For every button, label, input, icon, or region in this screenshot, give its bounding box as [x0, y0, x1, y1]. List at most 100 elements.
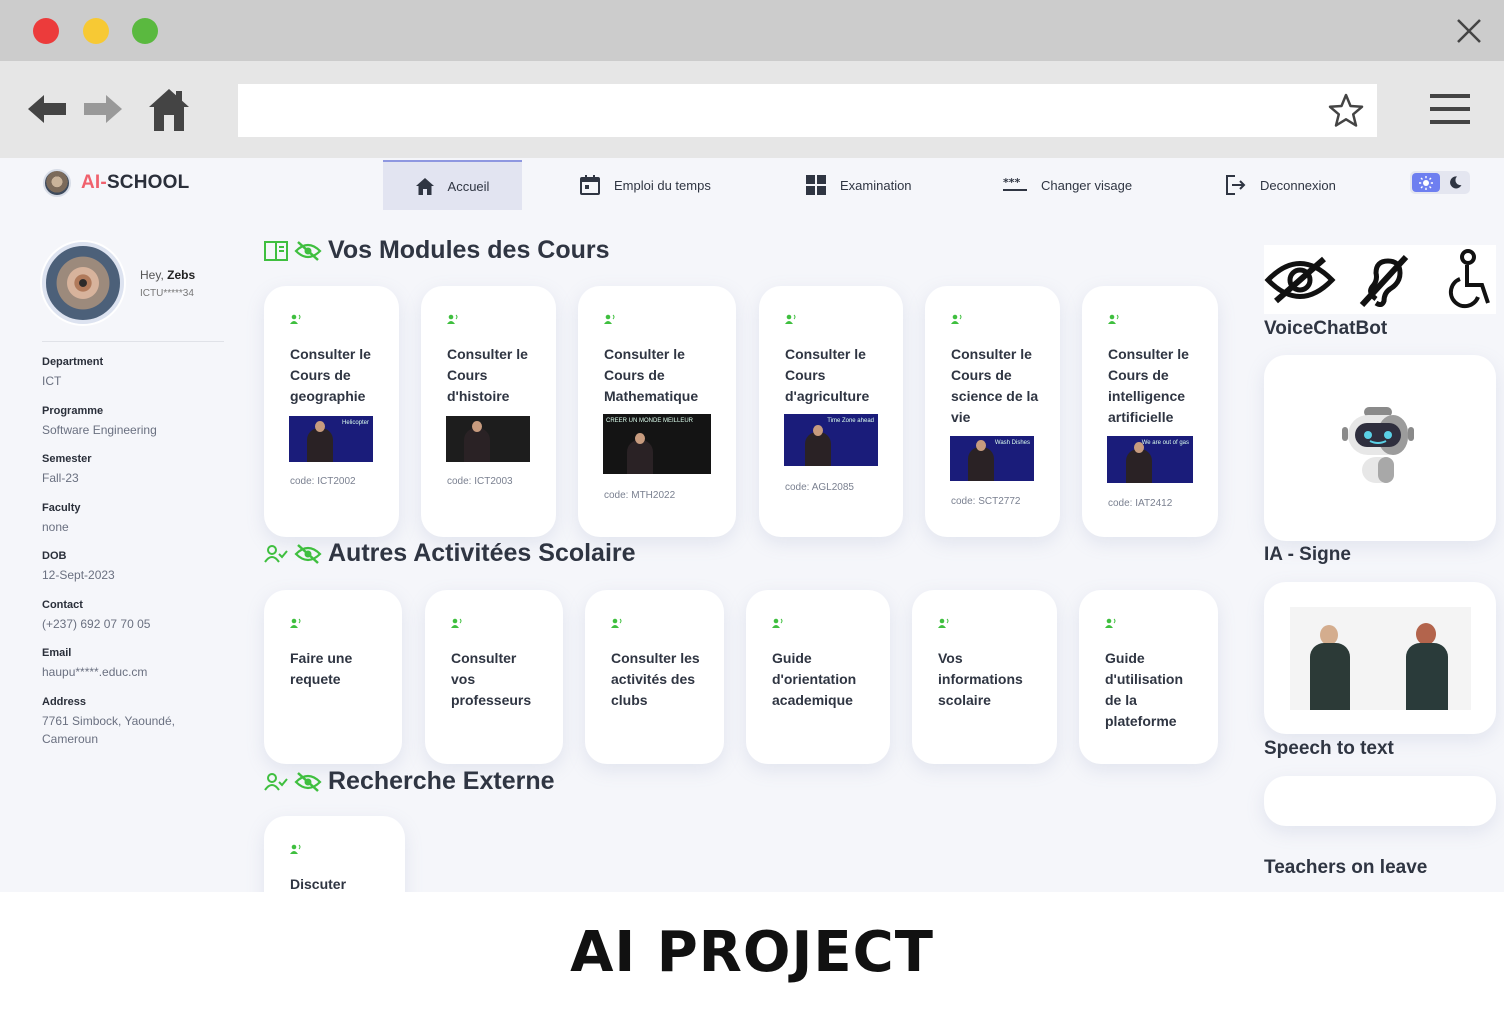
sign-language-icon: [938, 618, 949, 628]
accessibility-strip: [1264, 245, 1496, 314]
video-thumbnail[interactable]: [446, 416, 530, 462]
eye-slash-icon[interactable]: [1264, 253, 1336, 307]
theme-toggle[interactable]: [1410, 171, 1470, 194]
field-contact: Contact (+237) 692 07 70 05: [42, 599, 227, 633]
hearing-impaired-icon[interactable]: [1358, 253, 1410, 307]
profile-greeting: Hey, Zebs: [140, 268, 195, 282]
video-thumbnail[interactable]: Time Zone ahead: [784, 414, 878, 466]
sign-video-preview[interactable]: [1290, 607, 1471, 710]
profile-name: Zebs: [167, 268, 196, 282]
module-card[interactable]: Consulter le Cours d'histoire code: ICT2…: [421, 286, 556, 537]
thumb-caption: Helicopter: [341, 420, 369, 426]
module-title: Consulter le Cours d'histoire: [447, 346, 528, 404]
app-viewport: AI-SCHOOL Accueil Emploi du temps Examin…: [0, 158, 1504, 892]
external-card[interactable]: Discuter: [264, 816, 405, 892]
field-label: Faculty: [42, 502, 81, 514]
module-title: Consulter le Cours de Mathematique: [604, 346, 699, 404]
bookmark-star-icon[interactable]: [1327, 92, 1365, 130]
field-programme: Programme Software Engineering: [42, 405, 227, 439]
activity-card[interactable]: Vos informations scolaire: [912, 590, 1057, 764]
module-title: Consulter le Cours de science de la vie: [951, 346, 1039, 425]
book-open-icon: [264, 240, 288, 261]
activity-title: Guide d'utilisation de la plateforme: [1105, 650, 1183, 729]
module-title: Consulter le Cours de geographie: [290, 346, 371, 404]
activity-card[interactable]: Guide d'utilisation de la plateforme: [1079, 590, 1218, 764]
activity-card[interactable]: Faire une requete: [264, 590, 402, 764]
section-title-external: Recherche Externe: [264, 767, 555, 796]
module-card[interactable]: Consulter le Cours d'agriculture Time Zo…: [759, 286, 903, 537]
brand[interactable]: AI-SCHOOL: [43, 169, 189, 197]
sign-language-icon: [785, 314, 796, 324]
eye-slash-icon[interactable]: [294, 240, 322, 262]
field-label: Email: [42, 647, 72, 659]
ia-signe-heading: IA - Signe: [1264, 544, 1351, 565]
sign-language-icon: [611, 618, 622, 628]
nav-examination[interactable]: Examination: [806, 160, 912, 210]
home-icon[interactable]: [147, 87, 191, 133]
video-thumbnail[interactable]: Wash Dishes: [950, 436, 1034, 481]
activity-card[interactable]: Guide d'orientation academique: [746, 590, 890, 764]
activity-card[interactable]: Consulter les activités des clubs: [585, 590, 724, 764]
close-icon[interactable]: [1454, 16, 1484, 46]
field-label: Programme: [42, 405, 104, 417]
activity-card[interactable]: Consulter vos professeurs: [425, 590, 563, 764]
logout-icon: [1226, 175, 1246, 195]
voicechatbot-card[interactable]: [1264, 355, 1496, 541]
section-title-modules: Vos Modules des Cours: [264, 236, 610, 265]
field-value: haupu*****.educ.cm: [42, 665, 148, 679]
module-card[interactable]: Consulter le Cours de Mathematique CREER…: [578, 286, 736, 537]
moon-icon[interactable]: [1444, 173, 1466, 192]
nav-emploi-du-temps[interactable]: Emploi du temps: [580, 160, 711, 210]
brand-suffix: SCHOOL: [106, 172, 190, 193]
section-title-text: Autres Activitées Scolaire: [328, 539, 636, 567]
field-label: Address: [42, 696, 87, 708]
home-icon: [415, 177, 434, 195]
svg-text:***: ***: [1003, 177, 1021, 189]
grid-icon: [806, 175, 826, 195]
sun-icon[interactable]: [1412, 173, 1440, 192]
field-label: Semester: [42, 453, 92, 465]
nav-emploi-du-temps-label: Emploi du temps: [614, 177, 711, 193]
window-close-dot[interactable]: [33, 18, 59, 44]
greeting-text: Hey,: [140, 268, 164, 282]
window-maximize-dot[interactable]: [132, 18, 158, 44]
hamburger-menu-icon[interactable]: [1430, 93, 1470, 125]
module-title: Consulter le Cours de intelligence artif…: [1108, 346, 1189, 425]
module-card[interactable]: Consulter le Cours de geographie Helicop…: [264, 286, 399, 537]
forward-arrow-icon[interactable]: [82, 89, 124, 129]
sign-language-icon: [1105, 618, 1116, 628]
thumb-caption: CREER UN MONDE MEILLEUR: [606, 418, 694, 424]
brand-prefix: AI-: [81, 172, 107, 193]
module-code: code: IAT2412: [1108, 498, 1173, 509]
speech-to-text-card[interactable]: [1264, 776, 1496, 826]
activity-title: Faire une requete: [290, 650, 353, 687]
ia-signe-card[interactable]: [1264, 582, 1496, 734]
module-card[interactable]: Consulter le Cours de intelligence artif…: [1082, 286, 1218, 537]
password-icon: ***: [1003, 177, 1027, 191]
back-arrow-icon[interactable]: [26, 89, 68, 129]
field-value: ICT: [42, 374, 62, 388]
eye-slash-icon[interactable]: [294, 771, 322, 793]
window-minimize-dot[interactable]: [83, 18, 109, 44]
address-bar[interactable]: [238, 84, 1377, 137]
thumb-caption: We are out of gas: [1141, 440, 1189, 446]
module-code: code: AGL2085: [785, 482, 854, 493]
video-thumbnail[interactable]: We are out of gas: [1107, 436, 1193, 483]
eye-slash-icon[interactable]: [294, 543, 322, 565]
nav-accueil[interactable]: Accueil: [383, 160, 522, 210]
screenshot-frame: AI-SCHOOL Accueil Emploi du temps Examin…: [0, 0, 1504, 1018]
video-thumbnail[interactable]: CREER UN MONDE MEILLEUR: [603, 414, 711, 474]
calendar-icon: [580, 175, 600, 195]
wheelchair-icon[interactable]: [1448, 249, 1494, 311]
module-card[interactable]: Consulter le Cours de science de la vie …: [925, 286, 1060, 537]
teachers-on-leave-heading: Teachers on leave: [1264, 857, 1428, 878]
profile-panel: Hey, Zebs ICTU*****34 Department ICT Prog…: [42, 242, 227, 746]
video-thumbnail[interactable]: Helicopter: [289, 416, 373, 462]
user-check-icon: [264, 772, 288, 791]
avatar[interactable]: [42, 242, 124, 324]
nav-changer-visage[interactable]: *** Changer visage: [1003, 160, 1132, 210]
nav-deconnexion[interactable]: Deconnexion: [1226, 160, 1336, 210]
field-value: 12-Sept-2023: [42, 568, 115, 582]
window-titlebar: [0, 0, 1504, 61]
sign-language-icon: [447, 314, 458, 324]
